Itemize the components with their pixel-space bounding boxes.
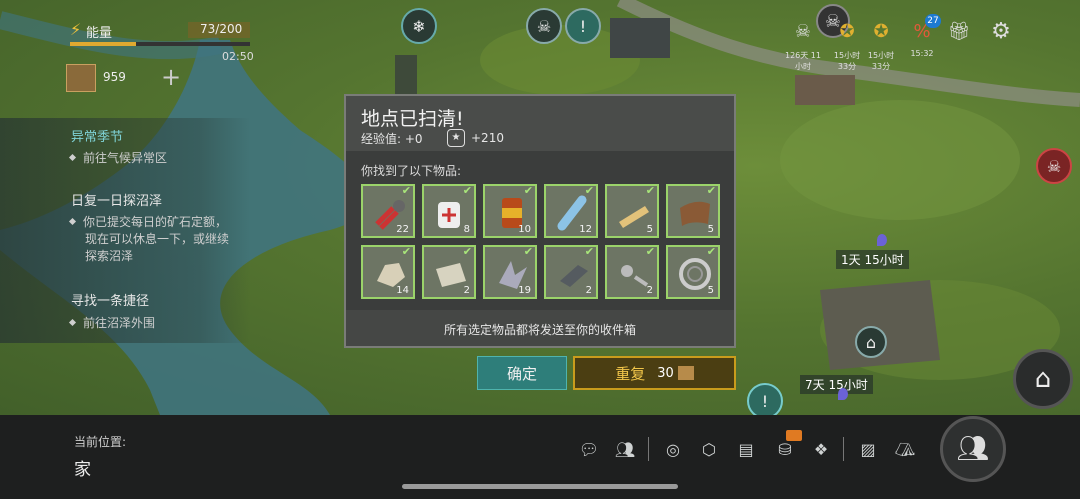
map-icon[interactable]: ▨ bbox=[855, 436, 881, 462]
energy-value: 73/200 bbox=[200, 22, 243, 36]
item-count: 14 bbox=[396, 285, 409, 296]
item-count: 5 bbox=[646, 224, 653, 235]
item-count: 22 bbox=[396, 224, 409, 235]
checkmark-icon: ✔ bbox=[462, 245, 472, 258]
timer-label: 7天 15小时 bbox=[800, 375, 873, 394]
radio-icon[interactable]: ◎ bbox=[660, 436, 686, 462]
event-icon[interactable]: ✪ bbox=[832, 16, 862, 46]
confirm-button[interactable]: 确定 bbox=[477, 356, 567, 390]
backpack-icon[interactable]: ⛺︎ bbox=[892, 436, 918, 462]
danger-skull-icon[interactable]: ☠ bbox=[1036, 148, 1072, 184]
quest-step: 前往沼泽外围 bbox=[68, 315, 245, 332]
gesture-bar bbox=[402, 484, 678, 489]
item-slot[interactable]: ✔ 12 bbox=[544, 184, 598, 238]
energy-bar bbox=[70, 42, 250, 46]
dialog-footer: 所有选定物品都将发送至你的收件箱 bbox=[346, 310, 734, 346]
item-count: 2 bbox=[646, 285, 653, 296]
quest-title[interactable]: 寻找一条捷径 bbox=[71, 290, 149, 309]
item-slot[interactable]: ✔ 2 bbox=[544, 245, 598, 299]
item-count: 19 bbox=[518, 285, 531, 296]
emblem-icon[interactable]: ❖ bbox=[808, 436, 834, 462]
item-slot[interactable]: ✔ 5 bbox=[605, 184, 659, 238]
item-slot[interactable]: ✔ 5 bbox=[666, 245, 720, 299]
event-timer: 126天 11 小时 bbox=[785, 51, 821, 71]
item-count: 10 bbox=[518, 224, 531, 235]
home-icon: ⌂ bbox=[1034, 364, 1052, 394]
bottom-bar: 当前位置: 家 bbox=[0, 415, 1080, 499]
quest-step: 你已提交每日的矿石定额， 现在可以休息一下，或继续 探索沼泽 bbox=[68, 214, 245, 265]
location-pin-icon[interactable]: ⌂ bbox=[855, 326, 887, 358]
people-icon: 👥︎ bbox=[956, 434, 990, 464]
clipboard-icon[interactable]: ▤ bbox=[733, 436, 759, 462]
quest-step: 前往气候异常区 bbox=[68, 150, 245, 167]
event-icon[interactable]: ✪ bbox=[866, 16, 896, 46]
lightning-icon: ⚡ bbox=[70, 20, 82, 39]
energy-label: 能量 bbox=[86, 26, 113, 41]
dialog-title: 地点已扫清! bbox=[361, 108, 464, 130]
repeat-button[interactable]: 重复 30 bbox=[573, 356, 736, 390]
sale-timer: 15:32 bbox=[910, 49, 934, 58]
map-pin-icon bbox=[838, 388, 848, 400]
alert-marker-icon[interactable]: ! bbox=[747, 383, 783, 415]
friends-icon[interactable]: 👥︎ bbox=[612, 436, 638, 462]
reputation-reward: ★ +210 bbox=[447, 129, 504, 147]
quest-title[interactable]: 日复一日探沼泽 bbox=[71, 190, 162, 209]
checkmark-icon: ✔ bbox=[645, 184, 655, 197]
reputation-icon: ★ bbox=[447, 129, 465, 147]
map-pin-icon bbox=[877, 234, 887, 246]
gear-icon[interactable]: ⚙ bbox=[986, 16, 1016, 46]
quest-title[interactable]: 异常季节 bbox=[71, 126, 123, 145]
item-count: 5 bbox=[707, 285, 714, 296]
xp-reward: 经验值: +0 bbox=[361, 132, 423, 146]
item-count: 5 bbox=[707, 224, 714, 235]
location-label: 当前位置: bbox=[74, 435, 127, 449]
skull-crossbones-icon[interactable]: ☠ bbox=[788, 16, 818, 46]
crate-icon[interactable] bbox=[66, 64, 96, 92]
energy-timer: 02:50 bbox=[222, 50, 254, 63]
checkmark-icon: ✔ bbox=[462, 184, 472, 197]
alert-marker-icon[interactable]: ! bbox=[565, 8, 601, 44]
checkmark-icon: ✔ bbox=[401, 184, 411, 197]
item-slot[interactable]: ✔ 22 bbox=[361, 184, 415, 238]
cube-icon[interactable]: ⬡ bbox=[696, 436, 722, 462]
event-timer: 15小时 33分 bbox=[867, 51, 895, 71]
chat-icon[interactable]: 💬︎ bbox=[576, 436, 602, 462]
crate-icon bbox=[677, 366, 694, 380]
notification-badge: 27 bbox=[925, 14, 941, 28]
item-count: 2 bbox=[463, 285, 470, 296]
checkmark-icon: ✔ bbox=[706, 184, 716, 197]
item-slot[interactable]: ✔ 10 bbox=[483, 184, 537, 238]
resource-count: 959 bbox=[103, 70, 126, 84]
item-slot[interactable]: ✔ 8 bbox=[422, 184, 476, 238]
checkmark-icon: ✔ bbox=[706, 245, 716, 258]
timer-label: 1天 15小时 bbox=[836, 250, 909, 269]
snowflake-icon[interactable]: ❄ bbox=[401, 8, 437, 44]
item-count: 8 bbox=[463, 224, 470, 235]
video-badge-icon bbox=[786, 430, 802, 441]
add-icon[interactable]: + bbox=[161, 63, 181, 91]
social-button[interactable]: 👥︎ bbox=[940, 416, 1006, 482]
checkmark-icon: ✔ bbox=[645, 245, 655, 258]
found-items-label: 你找到了以下物品: bbox=[361, 164, 462, 178]
checkmark-icon: ✔ bbox=[584, 245, 594, 258]
checkmark-icon: ✔ bbox=[584, 184, 594, 197]
checkmark-icon: ✔ bbox=[523, 184, 533, 197]
item-count: 2 bbox=[585, 285, 592, 296]
item-count: 12 bbox=[579, 224, 592, 235]
checkmark-icon: ✔ bbox=[523, 245, 533, 258]
checkmark-icon: ✔ bbox=[401, 245, 411, 258]
location-cleared-dialog: 地点已扫清! 经验值: +0 ★ +210 你找到了以下物品: ✔ 22 ✔ 8 ✔ 10… bbox=[344, 94, 736, 348]
item-slot[interactable]: ✔ 19 bbox=[483, 245, 537, 299]
item-slot[interactable]: ✔ 2 bbox=[605, 245, 659, 299]
item-slot[interactable]: ✔ 5 bbox=[666, 184, 720, 238]
home-button[interactable]: ⌂ bbox=[1013, 349, 1073, 409]
skull-icon[interactable]: ☠ bbox=[526, 8, 562, 44]
item-slot[interactable]: ✔ 2 bbox=[422, 245, 476, 299]
item-slot[interactable]: ✔ 14 bbox=[361, 245, 415, 299]
location-value: 家 bbox=[74, 460, 91, 480]
gift-icon[interactable]: 🎁︎ bbox=[944, 16, 974, 46]
